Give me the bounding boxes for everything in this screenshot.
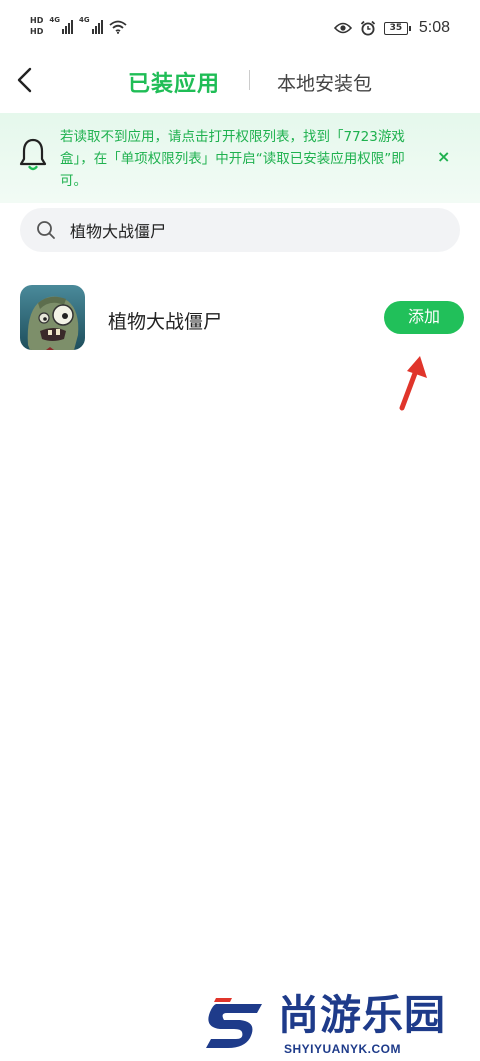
signal-icon-2: 4G [79,16,103,34]
tab-divider [249,70,250,90]
add-button[interactable]: 添加 [384,301,464,334]
tab-installed-apps[interactable]: 已装应用 [128,66,220,98]
status-bar: HD HD 4G 4G 35 5:08 [0,0,480,58]
status-time: 5:08 [418,19,450,36]
close-icon[interactable]: × [437,147,450,166]
battery-level: 35 [383,21,408,35]
app-name: 植物大战僵尸 [108,311,223,333]
hd-indicators: HD HD [30,16,43,36]
hd-label: HD [30,16,44,25]
watermark-title: 尚游乐园 [278,991,446,1039]
notice-text: 若读取不到应用，请点击打开权限列表，找到「7723游戏盒」，在「单项权限列表」中… [60,129,405,189]
status-right: 35 5:08 [333,19,450,37]
zombie-app-icon [20,285,85,350]
search-input[interactable] [70,217,440,243]
brand-s-logo-icon [206,998,262,1048]
signal-icon: 4G [49,16,73,34]
status-left: HD HD 4G 4G [30,16,127,36]
watermark-url: SHYIYUANYK.COM [284,1042,402,1056]
eye-icon [333,22,352,34]
bell-icon [19,138,47,171]
search-bar[interactable] [20,208,460,252]
battery-icon: 35 [383,21,411,35]
permission-notice[interactable]: 若读取不到应用，请点击打开权限列表，找到「7723游戏盒」，在「单项权限列表」中… [0,113,480,203]
hd-label-2: HD [30,27,44,36]
list-item[interactable]: 植物大战僵尸 添加 [0,280,480,356]
back-arrow-icon[interactable] [14,66,38,94]
search-icon [37,221,55,239]
wifi-icon [109,20,127,34]
network-type-label: 4G [49,16,60,24]
alarm-icon [360,20,375,36]
network-type-label-2: 4G [78,16,90,24]
header: 已装应用 本地安装包 [0,58,480,112]
annotation-arrow-icon [399,356,427,411]
tab-local-packages[interactable]: 本地安装包 [277,69,372,96]
watermark-logo: 尚游乐园 SHYIYUANYK.COM [200,990,480,1061]
